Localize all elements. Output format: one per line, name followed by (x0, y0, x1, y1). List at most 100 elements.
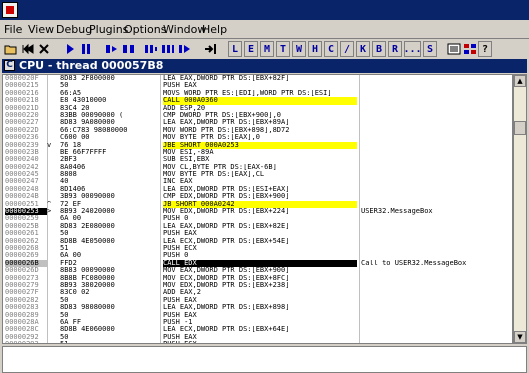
address-cell: 00000242 (5, 163, 39, 171)
disasm-row[interactable]: 0000021D 83C4 20 ADD ESP,20 (3, 105, 512, 112)
menu-file[interactable]: File (4, 23, 22, 36)
disassembly-cell: CALL 000A0360 (163, 97, 357, 105)
disassembly-cell: ADD ESP,20 (163, 104, 206, 112)
breakpoints-window-button[interactable]: B (372, 41, 386, 57)
jump-marker: > (47, 208, 52, 216)
disasm-row[interactable]: 0000026D 8B83 00090000 MOV EAX,DWORD PTR D… (3, 267, 512, 274)
run-trace-window-button[interactable]: ... (403, 41, 422, 57)
scroll-thumb[interactable] (514, 121, 526, 135)
disasm-row[interactable]: 00000245 8808 MOV BYTE PTR DS:[EAX],CL (3, 171, 512, 178)
disasm-row[interactable]: 0000026B FFD2 CALL EDX Call to USER32.Messa… (3, 259, 512, 268)
disassembly-scrollbar[interactable]: ▲ ▼ (513, 74, 527, 344)
cpu-window-title: CPU - thread 000057B8 (19, 59, 164, 72)
disasm-row[interactable]: 00000279 8B93 38020000 MOV EDX,DWORD PTR D… (3, 282, 512, 289)
menu-view[interactable]: View (28, 23, 54, 36)
options-grid-icon[interactable] (462, 41, 478, 57)
disassembly-cell: PUSH -1 (163, 318, 193, 326)
disasm-row[interactable]: 0000023B BE 66F7FFFF MOV ESI,-89A (3, 149, 512, 156)
hex-dump-cell: 2BF3 (60, 156, 77, 164)
cpu-window-button[interactable]: C (324, 41, 338, 57)
disasm-row[interactable]: 00000215 50 PUSH EAX (3, 82, 512, 89)
hex-dump-cell: 51 (60, 244, 69, 252)
disassembly-cell: ADD EAX,2 (163, 289, 201, 297)
disasm-row[interactable]: 00000247 40 INC EAX (3, 178, 512, 185)
scroll-up-arrow-icon[interactable]: ▲ (514, 75, 526, 87)
execute-till-return-icon[interactable] (177, 41, 193, 57)
disasm-row[interactable]: 00000248 8D1406 LEA EDX,DWORD PTR DS:[ESI+… (3, 186, 512, 193)
disassembly-cell: MOV EDX,DWORD PTR DS:[EBX+224] (163, 208, 290, 216)
disasm-row[interactable]: 0000020F 8D83 2F800000 LEA EAX,DWORD PTR D… (3, 75, 512, 82)
list-view-icon[interactable] (446, 41, 462, 57)
disasm-row[interactable]: 00000259 6A 00 PUSH 0 (3, 215, 512, 222)
log-window-button[interactable]: L (228, 41, 242, 57)
open-icon[interactable] (3, 41, 19, 57)
disasm-row[interactable]: 00000289 50 PUSH EAX (3, 312, 512, 319)
disasm-row[interactable]: 00000253 >8B93 24020000 MOV EDX,DWORD PTR … (3, 208, 512, 216)
run-icon[interactable] (62, 41, 78, 57)
trace-into-icon[interactable] (143, 41, 159, 57)
disasm-row[interactable]: 0000025B 8D83 2E080000 LEA EAX,DWORD PTR D… (3, 223, 512, 230)
patches-window-button[interactable]: / (340, 41, 354, 57)
info-pane (2, 346, 527, 373)
step-over-icon[interactable] (121, 41, 137, 57)
scroll-down-arrow-icon[interactable]: ▼ (514, 331, 526, 343)
disasm-row[interactable]: 0000024B 3B93 00090000 CMP EDX,DWORD PTR D… (3, 193, 512, 200)
close-icon[interactable] (36, 41, 52, 57)
hex-dump-cell: 50 (60, 296, 69, 304)
menu-options[interactable]: Options (124, 23, 166, 36)
callstack-window-button[interactable]: K (356, 41, 370, 57)
disasm-row[interactable]: 0000022D 66:C783 98080000 MOV WORD PTR DS:… (3, 127, 512, 134)
disasm-row[interactable]: 00000218 E8 43010000 CALL 000A0360 (3, 97, 512, 105)
disasm-row[interactable]: 0000028A 6A FF PUSH -1 (3, 319, 512, 326)
disasm-row[interactable]: 00000262 8D8B 4E050000 LEA ECX,DWORD PTR D… (3, 238, 512, 245)
disasm-row[interactable]: 00000283 8D83 98080000 LEA EAX,DWORD PTR D… (3, 304, 512, 311)
menu-debug[interactable]: Debug (56, 23, 92, 36)
step-into-icon[interactable] (104, 41, 120, 57)
address-cell: 00000292 (5, 333, 39, 341)
disasm-row[interactable]: 00000216 66:A5 MOVS WORD PTR ES:[EDI],WORD… (3, 90, 512, 97)
disasm-row[interactable]: 00000236 C600 00 MOV BYTE PTR DS:[EAX],0 (3, 134, 512, 141)
disasm-row[interactable]: 00000261 50 PUSH EAX (3, 230, 512, 237)
menu-window[interactable]: Window (163, 23, 206, 36)
hex-dump-cell: 8D8B 4E050000 (60, 237, 115, 245)
help-icon[interactable]: ? (478, 41, 492, 57)
disasm-row[interactable]: 00000239 v 76 18 JBE SHORT 000A0253 (3, 141, 512, 149)
threads-window-button[interactable]: T (276, 41, 290, 57)
goto-icon[interactable] (203, 41, 219, 57)
address-cell: 00000282 (5, 296, 39, 304)
trace-over-icon[interactable] (160, 41, 176, 57)
restart-icon[interactable] (20, 41, 36, 57)
disasm-row[interactable]: 00000269 6A 00 PUSH 0 (3, 252, 512, 259)
memory-window-button[interactable]: M (260, 41, 274, 57)
references-window-button[interactable]: R (388, 41, 402, 57)
disasm-row[interactable]: 00000220 83BB 00090000 (CMP DWORD PTR DS:… (3, 112, 512, 119)
disasm-row[interactable]: 00000292 50 PUSH EAX (3, 334, 512, 341)
disasm-row[interactable]: 00000227 8D83 9A080000 LEA EAX,DWORD PTR D… (3, 119, 512, 126)
disassembly-pane[interactable]: 0000020F 8D83 2F800000 LEA EAX,DWORD PTR D… (2, 74, 513, 344)
address-cell: 00000216 (5, 89, 39, 97)
handles-window-button[interactable]: H (308, 41, 322, 57)
disasm-row[interactable]: 0000027F 83C0 02 ADD EAX,2 (3, 289, 512, 296)
address-cell: 0000022D (5, 126, 39, 134)
disasm-row[interactable]: 00000273 8B8B FC080000 MOV ECX,DWORD PTR D… (3, 275, 512, 282)
modules-window-button[interactable]: E (244, 41, 258, 57)
disasm-row[interactable]: 00000242 8A0406 MOV CL,BYTE PTR DS:[EAX-6B… (3, 164, 512, 171)
disasm-row[interactable]: 00000268 51 PUSH ECX (3, 245, 512, 252)
address-cell: 00000240 (5, 156, 39, 164)
disasm-row[interactable]: 00000240 2BF3 SUB ESI,EBX (3, 156, 512, 163)
menu-plugins[interactable]: Plugins (89, 23, 128, 36)
hex-dump-cell: 8D83 9A080000 (60, 119, 115, 127)
windows-window-button[interactable]: W (292, 41, 306, 57)
address-cell: 0000027F (5, 289, 39, 297)
pause-icon[interactable] (78, 41, 94, 57)
disasm-row[interactable]: 00000251 ^ 72 EF JB SHORT 000A0242 (3, 200, 512, 209)
disassembly-cell: PUSH EAX (163, 230, 197, 238)
disasm-row[interactable]: 0000028C 8D8B 4E060000 LEA ECX,DWORD PTR D… (3, 326, 512, 333)
source-window-button[interactable]: S (423, 41, 437, 57)
disasm-row[interactable]: 00000293 51PUSH ECX (3, 341, 512, 343)
address-cell: 00000253 (5, 208, 47, 216)
hex-dump-cell: 8D83 98080000 (60, 304, 115, 312)
disasm-row[interactable]: 00000282 50 PUSH EAX (3, 297, 512, 304)
menu-help[interactable]: Help (202, 23, 227, 36)
address-cell: 0000026B (5, 259, 47, 268)
